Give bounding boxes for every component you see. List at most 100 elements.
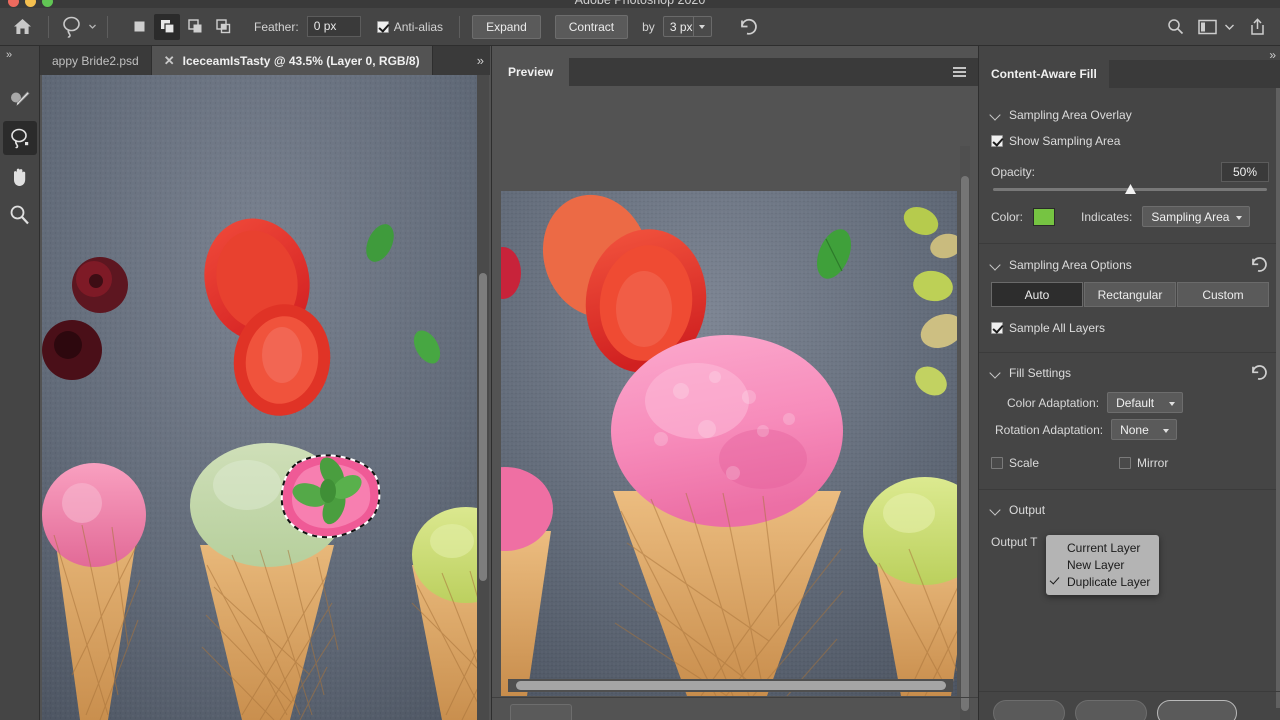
preview-footer-divider — [492, 697, 978, 698]
tab-preview[interactable]: Preview — [492, 58, 570, 86]
share-button[interactable] — [1249, 17, 1266, 36]
chevron-down-icon[interactable] — [991, 368, 1001, 378]
preview-footer-button[interactable] — [510, 704, 572, 720]
selection-mode-group — [126, 13, 236, 40]
search-button[interactable] — [1167, 18, 1184, 35]
chevron-down-icon[interactable] — [991, 260, 1001, 270]
color-adaptation-select[interactable]: Default — [1107, 392, 1184, 413]
preview-image-viewport[interactable] — [501, 191, 957, 696]
scrollbar-thumb[interactable] — [516, 681, 946, 690]
chevron-down-icon[interactable] — [991, 110, 1001, 120]
section-sampling-area-options[interactable]: Sampling Area Options — [979, 250, 1280, 280]
reset-button[interactable] — [993, 700, 1065, 720]
menu-item-duplicate-layer[interactable]: Duplicate Layer — [1046, 573, 1159, 590]
opacity-label: Opacity: — [991, 165, 1036, 179]
tab-content-aware-fill[interactable]: Content-Aware Fill — [979, 60, 1109, 88]
scrollbar-thumb[interactable] — [961, 176, 969, 711]
home-button[interactable] — [0, 8, 44, 46]
right-panel-scrollbar[interactable] — [1276, 88, 1280, 708]
workspace-switcher-icon — [1198, 19, 1217, 34]
hand-tool[interactable] — [3, 159, 37, 193]
sampling-mode-rectangular[interactable]: Rectangular — [1084, 282, 1176, 307]
opacity-input[interactable]: 50% — [1221, 162, 1269, 182]
anti-alias-checkbox[interactable] — [376, 20, 389, 33]
reset-sampling-area-options-button[interactable] — [1249, 255, 1269, 274]
scale-checkbox[interactable] — [991, 457, 1003, 469]
section-title: Sampling Area Options — [1009, 258, 1132, 272]
spot-healing-brush-tool[interactable] — [3, 83, 37, 117]
slider-knob-icon — [1125, 184, 1136, 194]
subtract-from-selection-button[interactable] — [182, 14, 208, 40]
chevron-down-icon[interactable] — [991, 505, 1001, 515]
document-canvas[interactable] — [40, 75, 490, 720]
canvas-vertical-scrollbar[interactable] — [477, 75, 489, 720]
document-tab-bar: appy Bride2.psd ✕ IceceamIsTasty @ 43.5%… — [40, 46, 490, 75]
section-output-settings[interactable]: Output — [979, 495, 1280, 525]
two-squares-intersect-icon — [215, 19, 230, 34]
preview-image — [501, 191, 957, 696]
anti-alias-row[interactable]: Anti-alias — [376, 19, 444, 34]
contract-button[interactable]: Contract — [554, 14, 629, 39]
search-icon — [1168, 19, 1184, 35]
intersect-selection-button[interactable] — [210, 14, 236, 40]
healing-brush-icon — [10, 91, 30, 106]
zoom-tool[interactable] — [3, 197, 37, 231]
rotation-adaptation-select[interactable]: None — [1111, 419, 1178, 440]
section-sampling-area-overlay[interactable]: Sampling Area Overlay — [979, 100, 1280, 130]
scrollbar-thumb[interactable] — [1276, 88, 1280, 708]
sampling-mode-custom[interactable]: Custom — [1177, 282, 1269, 307]
ok-button[interactable] — [1157, 700, 1237, 720]
document-image — [42, 75, 477, 720]
reset-selection-button[interactable] — [738, 17, 759, 36]
scrollbar-thumb[interactable] — [479, 273, 487, 581]
preview-panel: Preview — [491, 46, 978, 720]
two-squares-union-icon — [160, 20, 175, 34]
preview-vertical-scrollbar[interactable] — [960, 146, 970, 720]
window-title-bar: Adobe Photoshop 2020 — [0, 0, 1280, 8]
show-sampling-area-checkbox[interactable] — [991, 135, 1003, 147]
options-bar-right-icons — [1167, 17, 1280, 36]
tab-overflow-button[interactable]: » — [469, 46, 490, 75]
add-to-selection-button[interactable] — [154, 13, 180, 40]
expand-button[interactable]: Expand — [472, 14, 541, 39]
menu-item-new-layer[interactable]: New Layer — [1046, 556, 1159, 573]
sample-all-layers-checkbox[interactable] — [991, 322, 1003, 334]
lasso-tool[interactable] — [2, 121, 37, 155]
scale-row[interactable]: Scale — [991, 456, 1039, 470]
slider-thumb[interactable] — [1124, 183, 1137, 196]
menu-item-label: New Layer — [1067, 557, 1125, 572]
indicates-select[interactable]: Sampling Area — [1142, 206, 1251, 227]
show-sampling-area-row[interactable]: Show Sampling Area — [979, 134, 1280, 148]
section-title: Sampling Area Overlay — [1009, 108, 1132, 122]
output-to-dropdown-menu[interactable]: Current Layer New Layer Duplicate Layer — [1046, 535, 1159, 595]
menu-item-current-layer[interactable]: Current Layer — [1046, 539, 1159, 556]
chevron-down-icon — [89, 24, 96, 29]
new-selection-button[interactable] — [126, 14, 152, 40]
overlay-color-swatch[interactable] — [1033, 207, 1056, 226]
sample-all-layers-label: Sample All Layers — [1009, 321, 1106, 335]
feather-input[interactable]: 0 px — [306, 16, 361, 37]
reset-arrow-icon — [1252, 257, 1267, 272]
select-divider — [692, 17, 694, 36]
preview-panel-menu-button[interactable] — [953, 58, 978, 86]
close-icon[interactable]: ✕ — [164, 53, 175, 69]
workspace-switcher-button[interactable] — [1198, 19, 1235, 35]
document-tab-inactive[interactable]: appy Bride2.psd — [40, 46, 152, 75]
reset-fill-settings-button[interactable] — [1249, 363, 1269, 382]
mirror-checkbox[interactable] — [1119, 457, 1132, 469]
cancel-button[interactable] — [1075, 700, 1147, 720]
current-tool-chip[interactable] — [53, 12, 103, 42]
sampling-mode-auto[interactable]: Auto — [991, 282, 1083, 307]
sample-all-layers-row[interactable]: Sample All Layers — [979, 321, 1280, 335]
feather-label: Feather: — [254, 19, 299, 34]
section-title: Fill Settings — [1009, 366, 1072, 380]
document-tab-active[interactable]: ✕ IceceamIsTasty @ 43.5% (Layer 0, RGB/8… — [151, 46, 433, 75]
anti-alias-label: Anti-alias — [393, 19, 444, 34]
scale-mirror-row: Scale Mirror — [979, 456, 1280, 470]
preview-horizontal-scrollbar[interactable] — [508, 679, 953, 692]
by-amount-select[interactable]: 3 px — [662, 16, 712, 37]
section-fill-settings[interactable]: Fill Settings — [979, 358, 1280, 388]
mirror-row[interactable]: Mirror — [1119, 456, 1168, 470]
opacity-slider[interactable] — [993, 182, 1267, 198]
tool-strip-collapse-button[interactable]: » — [0, 46, 39, 61]
